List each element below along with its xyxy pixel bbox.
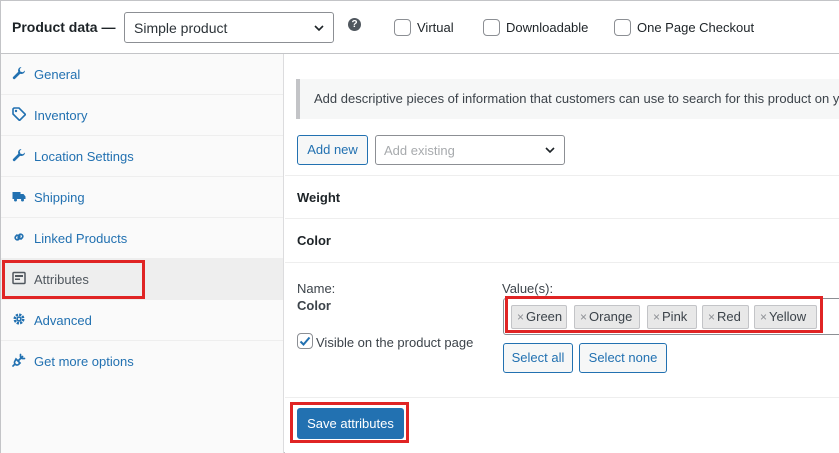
product-data-title: Product data — xyxy=(12,19,116,35)
notice-text: Add descriptive pieces of information th… xyxy=(314,91,839,106)
tab-label: Shipping xyxy=(34,190,85,205)
tab-location-settings[interactable]: Location Settings xyxy=(1,136,283,177)
chevron-down-icon xyxy=(314,25,324,32)
tag-icon xyxy=(12,107,26,121)
one-page-checkout-label: One Page Checkout xyxy=(637,20,755,35)
attributes-notice: Add descriptive pieces of information th… xyxy=(296,79,839,119)
tab-label: Linked Products xyxy=(34,231,128,246)
plug-icon xyxy=(12,353,26,367)
tab-advanced[interactable]: Advanced xyxy=(1,300,283,341)
tab-get-more-options[interactable]: Get more options xyxy=(1,341,283,382)
checkmark-icon xyxy=(299,336,311,346)
select-all-button[interactable]: Select all xyxy=(503,343,573,373)
gear-icon xyxy=(13,313,25,325)
tab-inventory[interactable]: Inventory xyxy=(1,95,283,136)
attribute-title: Weight xyxy=(297,190,341,205)
product-type-value: Simple product xyxy=(134,20,228,36)
add-existing-placeholder: Add existing xyxy=(384,143,455,158)
name-value: Color xyxy=(297,298,331,313)
attribute-title: Color xyxy=(297,233,331,248)
visible-on-product-page-label: Visible on the product page xyxy=(316,335,474,350)
attributes-panel: Add descriptive pieces of information th… xyxy=(285,54,839,453)
downloadable-checkbox[interactable] xyxy=(483,19,500,36)
tab-linked-products[interactable]: Linked Products xyxy=(1,218,283,259)
attribute-row-weight[interactable]: Weight xyxy=(285,175,839,219)
attribute-row-color[interactable]: Color xyxy=(285,218,839,262)
wrench-icon xyxy=(12,149,25,162)
visible-on-product-page-checkbox[interactable] xyxy=(297,333,313,349)
highlight-attributes-tab xyxy=(2,260,145,299)
product-data-header: Product data — Simple product ? Virtual … xyxy=(1,1,839,54)
link-icon xyxy=(14,233,24,241)
wrench-icon xyxy=(12,67,25,80)
add-existing-select[interactable]: Add existing xyxy=(375,135,565,165)
add-new-button[interactable]: Add new xyxy=(297,135,368,165)
tab-general[interactable]: General xyxy=(1,54,283,95)
highlight-values xyxy=(505,296,823,333)
tab-shipping[interactable]: Shipping xyxy=(1,177,283,218)
virtual-label: Virtual xyxy=(417,20,454,35)
tab-label: Location Settings xyxy=(34,149,134,164)
one-page-checkout-checkbox[interactable] xyxy=(614,19,631,36)
values-label: Value(s): xyxy=(502,281,554,296)
tab-label: Advanced xyxy=(34,313,92,328)
highlight-save-button xyxy=(290,402,409,443)
help-icon[interactable]: ? xyxy=(348,18,361,31)
chevron-down-icon xyxy=(545,147,555,154)
product-type-select[interactable]: Simple product xyxy=(124,12,334,43)
tab-label: Get more options xyxy=(34,354,134,369)
select-none-button[interactable]: Select none xyxy=(579,343,667,373)
tab-label: Inventory xyxy=(34,108,88,123)
virtual-checkbox[interactable] xyxy=(394,19,411,36)
name-label: Name: xyxy=(297,281,336,296)
downloadable-label: Downloadable xyxy=(506,20,589,35)
tab-label: General xyxy=(34,67,81,82)
truck-icon xyxy=(12,192,26,202)
product-data-panel: Product data — Simple product ? Virtual … xyxy=(0,0,839,453)
product-data-tabs: General Inventory Location Settings Ship… xyxy=(1,54,284,453)
